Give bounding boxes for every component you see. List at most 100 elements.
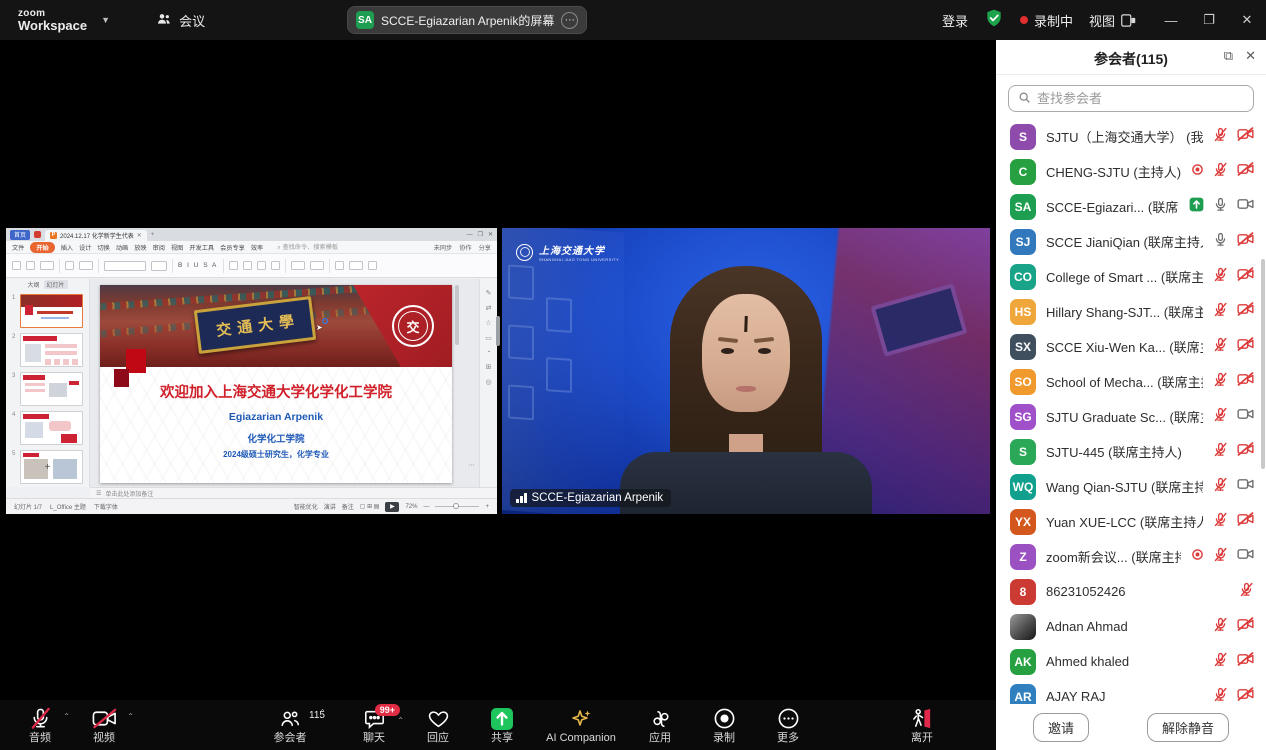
wps-close[interactable]: ✕ xyxy=(488,231,493,238)
new-tab-icon[interactable]: + xyxy=(151,232,155,238)
wps-ribbon-right-item[interactable]: 未同步 xyxy=(434,243,453,252)
audio-button[interactable]: 音频 ⌃ xyxy=(8,700,72,750)
wps-status-item[interactable]: 智能优化 xyxy=(294,505,318,511)
participant-row[interactable]: HS Hillary Shang-SJT... (联席主持人) xyxy=(996,294,1266,329)
leave-button[interactable]: 离开 xyxy=(890,700,954,750)
record-button[interactable]: 录制 xyxy=(692,700,756,750)
minimize-button[interactable]: — xyxy=(1152,13,1190,28)
wps-ribbon-tab[interactable]: 审阅 xyxy=(153,243,165,252)
wps-ribbon-tab[interactable]: 开发工具 xyxy=(189,243,214,252)
wps-status-item[interactable]: 备注 xyxy=(342,505,354,511)
wps-ribbon-right-item[interactable]: 协作 xyxy=(459,243,471,252)
zoom-in-icon[interactable]: + xyxy=(485,504,489,510)
close-button[interactable]: ✕ xyxy=(1228,12,1266,28)
participant-row[interactable]: S SJTU（上海交通大学） (我) xyxy=(996,119,1266,154)
zoom-workspace-logo[interactable]: zoom Workspace xyxy=(18,9,87,32)
popout-icon[interactable]: ⧉ xyxy=(1224,49,1233,62)
participants-chevron[interactable]: ⌃ xyxy=(319,708,326,717)
invite-button[interactable]: 邀请 xyxy=(1033,713,1089,742)
wps-slide-panel[interactable]: 大纲幻灯片 12345 + xyxy=(6,279,90,487)
participant-row[interactable]: Z zoom新会议... (联席主持人) xyxy=(996,539,1266,574)
wps-ribbon-tab[interactable]: 动画 xyxy=(116,243,128,252)
wps-ribbon-tab[interactable]: 开始 xyxy=(30,242,54,253)
wps-sidebar-tab[interactable]: 大纲 xyxy=(27,280,39,289)
zoom-slider[interactable] xyxy=(435,506,479,508)
slide-thumbnail[interactable]: 4 xyxy=(20,411,83,445)
video-button[interactable]: 视频 ⌃ xyxy=(72,700,136,750)
participants-button[interactable]: 参会者 115 ⌃ xyxy=(252,700,328,750)
participant-row[interactable]: SJ SCCE JianiQian (联席主持人) xyxy=(996,224,1266,259)
participant-row[interactable]: SX SCCE Xiu-Wen Ka... (联席主持人) xyxy=(996,329,1266,364)
chat-button[interactable]: 聊天 99+ ⌃ xyxy=(342,700,406,750)
audio-options-chevron[interactable]: ⌃ xyxy=(63,712,70,721)
login-button[interactable]: 登录 xyxy=(942,11,968,30)
participant-row[interactable]: AK Ahmed khaled xyxy=(996,644,1266,679)
wps-status-item[interactable]: 演讲 xyxy=(324,505,336,511)
shield-icon[interactable] xyxy=(984,8,1004,33)
video-divider-handle[interactable] xyxy=(496,316,500,346)
maximize-button[interactable]: ❐ xyxy=(1190,12,1228,28)
participant-row[interactable]: SG SJTU Graduate Sc... (联席主持人) xyxy=(996,399,1266,434)
view-button[interactable]: 视图 xyxy=(1089,11,1136,30)
wps-slide-canvas[interactable]: 交通大學 交 O ➤ 欢迎加入上海交通大学化学化工学院 Egiazarian A… xyxy=(90,279,479,487)
wps-command-search[interactable]: ⌕ 查找命令、搜索模板 xyxy=(277,242,338,252)
chat-chevron[interactable]: ⌃ xyxy=(397,716,404,725)
notes-resize-icon[interactable]: ⋯ xyxy=(468,461,475,469)
video-options-chevron[interactable]: ⌃ xyxy=(127,712,134,721)
wps-document-tab[interactable]: P 2024.12.17 化学新学生代表 ✕ xyxy=(45,230,147,241)
slide-thumbnail[interactable]: 1 xyxy=(20,294,83,328)
more-button[interactable]: 更多 xyxy=(756,700,820,750)
wps-sidebar-tab[interactable]: 幻灯片 xyxy=(44,280,68,289)
participant-row[interactable]: S SJTU-445 (联席主持人) xyxy=(996,434,1266,469)
participant-row[interactable]: YX Yuan XUE-LCC (联席主持人) xyxy=(996,504,1266,539)
wps-side-tools[interactable]: ✎⇄☆▭◔⊞◎ xyxy=(479,279,497,487)
play-from-start-button[interactable]: ▶ xyxy=(385,502,399,512)
wps-notes-bar[interactable]: ☰ 单击此处添加备注 xyxy=(90,487,497,498)
participant-row[interactable]: AR AJAY RAJ xyxy=(996,679,1266,704)
wps-status-item[interactable]: 下载字体 xyxy=(94,505,118,511)
wps-status-item[interactable]: 幻灯片 1/7 xyxy=(14,505,42,511)
participant-row[interactable]: 8 86231052426 xyxy=(996,574,1266,609)
participant-row[interactable]: CO College of Smart ... (联席主持人) xyxy=(996,259,1266,294)
participant-row[interactable]: SO School of Mecha... (联席主持人) xyxy=(996,364,1266,399)
close-panel-icon[interactable]: ✕ xyxy=(1245,49,1256,62)
close-doc-icon[interactable]: ✕ xyxy=(137,232,142,239)
wps-ribbon-tab[interactable]: 效率 xyxy=(251,243,263,252)
wps-maximize[interactable]: ❐ xyxy=(478,231,483,238)
shared-screen-tab[interactable]: SA SCCE-Egiazarian Arpenik的屏幕 ⋯ xyxy=(347,6,587,34)
tab-more-icon[interactable]: ⋯ xyxy=(561,12,578,29)
slide-thumbnail[interactable]: 3 xyxy=(20,372,83,406)
chevron-down-icon[interactable]: ▼ xyxy=(101,15,110,25)
logo-line1: zoom xyxy=(18,9,87,19)
apps-button[interactable]: 应用 xyxy=(628,700,692,750)
wps-ribbon-tab[interactable]: 视图 xyxy=(171,243,183,252)
participant-row[interactable]: C CHENG-SJTU (主持人) xyxy=(996,154,1266,189)
wps-status-item[interactable]: L_Office 主题 xyxy=(50,505,86,511)
add-slide-button[interactable]: + xyxy=(6,462,89,473)
wps-ribbon-right-item[interactable]: 分享 xyxy=(479,243,491,252)
participant-row[interactable]: Adnan Ahmad xyxy=(996,609,1266,644)
webcam-video[interactable]: 上海交通大学 SHANGHAI JIAO TONG UNIVERSITY SCC… xyxy=(502,228,990,514)
wps-minimize[interactable]: — xyxy=(467,232,473,238)
search-participants-input[interactable] xyxy=(1008,85,1254,112)
reactions-button[interactable]: 回应 xyxy=(406,700,470,750)
unmute-all-button[interactable]: 解除静音 xyxy=(1147,713,1229,742)
slide-thumbnail[interactable]: 2 xyxy=(20,333,83,367)
ai-companion-button[interactable]: AI Companion xyxy=(534,700,628,750)
panel-scrollbar[interactable] xyxy=(1261,259,1265,469)
shared-screen-video[interactable]: 首页 P 2024.12.17 化学新学生代表 ✕ + — ❐ ✕ 文件开始插入… xyxy=(6,228,497,514)
zoom-out-icon[interactable]: — xyxy=(423,504,429,510)
wps-ribbon-tab[interactable]: 会员专享 xyxy=(220,243,245,252)
participant-row[interactable]: WQ Wang Qian-SJTU (联席主持人) xyxy=(996,469,1266,504)
share-screen-button[interactable]: 共享 xyxy=(470,700,534,750)
wps-ribbon-tab[interactable]: 插入 xyxy=(61,243,73,252)
wps-ribbon-tab[interactable]: 切换 xyxy=(98,243,110,252)
meetings-button[interactable]: 会议 xyxy=(156,11,205,30)
wps-ribbon-tab[interactable]: 文件 xyxy=(12,243,24,252)
participant-row[interactable]: SA SCCE-Egiazari... (联席主持人) xyxy=(996,189,1266,224)
recording-indicator[interactable]: 录制中 xyxy=(1020,11,1073,30)
wps-ribbon-tab[interactable]: 放映 xyxy=(134,243,146,252)
wps-ribbon-tab[interactable]: 设计 xyxy=(79,243,91,252)
wps-home-tab[interactable]: 首页 xyxy=(10,230,30,240)
canvas-scrollbar[interactable] xyxy=(455,285,459,345)
